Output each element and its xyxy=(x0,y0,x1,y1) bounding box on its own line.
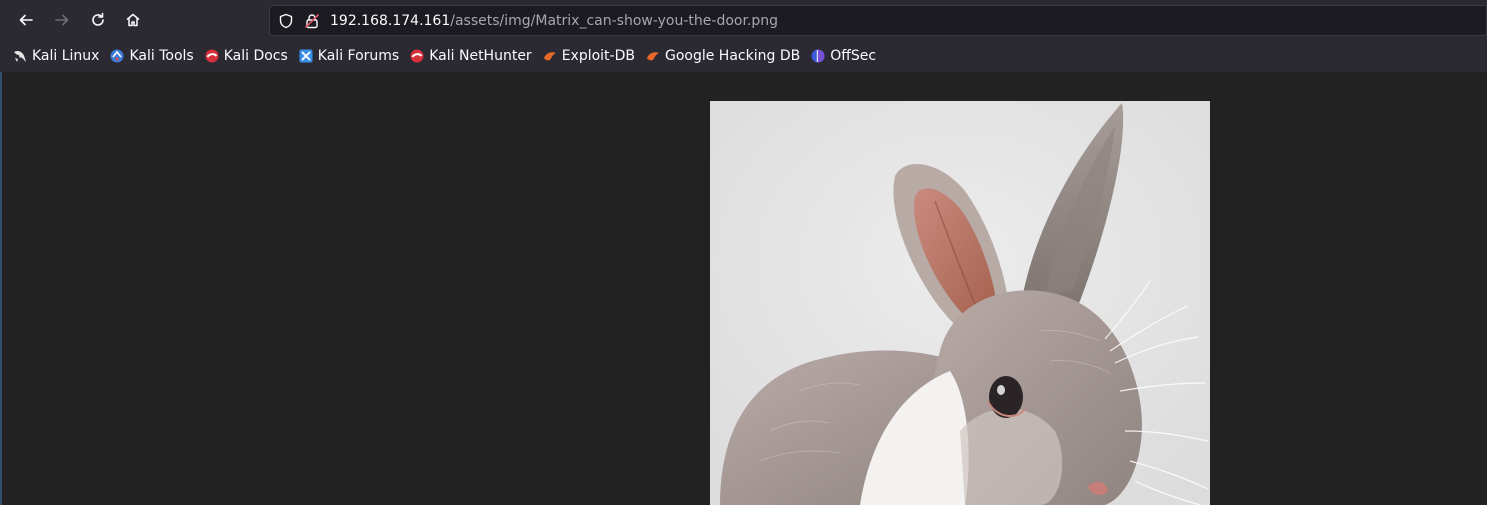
bookmark-label: OffSec xyxy=(830,48,877,64)
bookmark-kali-forums[interactable]: Kali Forums xyxy=(298,44,399,68)
kali-dragon-icon xyxy=(12,48,28,64)
window-edge xyxy=(0,72,2,505)
arrow-right-icon xyxy=(55,14,69,26)
ghdb-icon xyxy=(645,48,661,64)
bookmark-kali-docs[interactable]: Kali Docs xyxy=(204,44,288,68)
bookmark-kali-tools[interactable]: Kali Tools xyxy=(109,44,194,68)
rabbit-image[interactable] xyxy=(710,101,1210,505)
browser-toolbar: 192.168.174.161/assets/img/Matrix_can-sh… xyxy=(0,0,1487,73)
bookmark-google-hacking-db[interactable]: Google Hacking DB xyxy=(645,44,800,68)
kali-nethunter-icon xyxy=(409,48,425,64)
back-button[interactable] xyxy=(12,6,40,34)
kali-docs-icon xyxy=(204,48,220,64)
bookmark-label: Kali NetHunter xyxy=(429,48,532,64)
kali-forums-icon xyxy=(298,48,314,64)
bookmark-exploit-db[interactable]: Exploit-DB xyxy=(542,44,635,68)
bookmark-label: Exploit-DB xyxy=(561,48,635,64)
bookmark-label: Kali Forums xyxy=(317,48,400,64)
url-path: /assets/img/Matrix_can-show-you-the-door… xyxy=(450,13,779,29)
navigation-bar: 192.168.174.161/assets/img/Matrix_can-sh… xyxy=(0,0,1487,40)
home-button[interactable] xyxy=(119,6,147,34)
kali-tools-icon xyxy=(109,48,125,64)
bookmark-kali-nethunter[interactable]: Kali NetHunter xyxy=(409,44,532,68)
bookmark-label: Kali Linux xyxy=(32,48,100,64)
insecure-lock-icon[interactable] xyxy=(304,13,320,29)
shield-icon[interactable] xyxy=(278,13,294,29)
bookmarks-toolbar: Kali Linux Kali Tools Kali Docs Kali For… xyxy=(0,42,1487,70)
bookmark-kali-linux[interactable]: Kali Linux xyxy=(12,44,99,68)
forward-button[interactable] xyxy=(48,6,76,34)
exploit-db-icon xyxy=(542,48,558,64)
reload-icon xyxy=(92,12,104,26)
reload-button[interactable] xyxy=(84,6,112,34)
bookmark-label: Kali Docs xyxy=(223,48,288,64)
url-bar[interactable]: 192.168.174.161/assets/img/Matrix_can-sh… xyxy=(269,5,1487,36)
rabbit-illustration xyxy=(710,101,1210,505)
home-icon xyxy=(126,13,140,27)
bookmark-offsec[interactable]: OffSec xyxy=(810,44,876,68)
bookmark-label: Google Hacking DB xyxy=(664,48,801,64)
bookmark-label: Kali Tools xyxy=(129,48,194,64)
arrow-left-icon xyxy=(19,14,33,26)
offsec-icon xyxy=(810,48,826,64)
url-text[interactable]: 192.168.174.161/assets/img/Matrix_can-sh… xyxy=(330,12,778,30)
url-host: 192.168.174.161 xyxy=(330,13,451,29)
